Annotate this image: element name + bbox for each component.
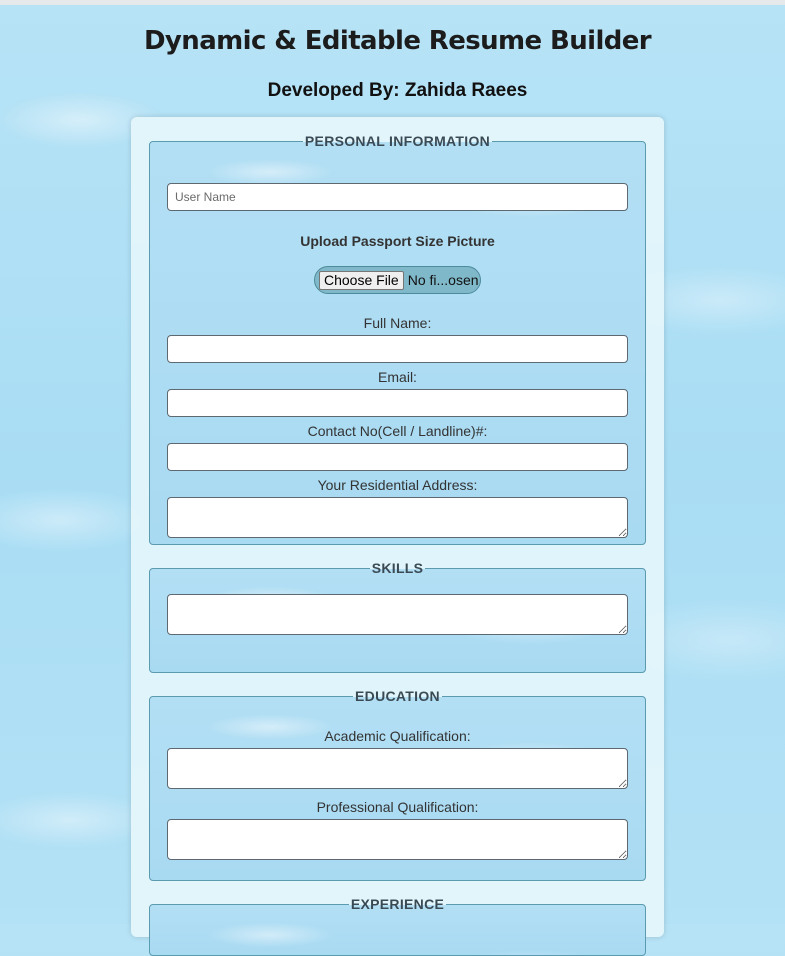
username-input[interactable] xyxy=(167,183,628,211)
file-status-text: No fi...osen xyxy=(407,272,479,288)
personal-information-legend: PERSONAL INFORMATION xyxy=(304,133,491,149)
full-name-input[interactable] xyxy=(167,335,628,363)
education-legend: EDUCATION xyxy=(355,688,440,704)
personal-information-section: PERSONAL INFORMATION Upload Passport Siz… xyxy=(149,133,646,545)
resume-form-container: PERSONAL INFORMATION Upload Passport Siz… xyxy=(131,117,664,956)
contact-label: Contact No(Cell / Landline)#: xyxy=(307,423,488,439)
academic-qualification-textarea[interactable] xyxy=(167,748,628,789)
page-subtitle: Developed By: Zahida Raees xyxy=(267,80,528,101)
address-textarea[interactable] xyxy=(167,497,628,538)
skills-section: SKILLS xyxy=(149,560,646,673)
page-title: Dynamic & Editable Resume Builder xyxy=(143,26,652,56)
education-section: EDUCATION Academic Qualification: Profes… xyxy=(149,688,646,881)
full-name-label: Full Name: xyxy=(363,315,432,331)
professional-qualification-label: Professional Qualification: xyxy=(316,799,479,815)
experience-legend: EXPERIENCE xyxy=(350,896,445,912)
picture-file-input[interactable]: Choose File No fi...osen xyxy=(314,266,481,294)
email-input[interactable] xyxy=(167,389,628,417)
academic-qualification-label: Academic Qualification: xyxy=(324,728,471,744)
skills-textarea[interactable] xyxy=(167,594,628,635)
skills-legend: SKILLS xyxy=(371,560,424,576)
professional-qualification-textarea[interactable] xyxy=(167,819,628,860)
upload-picture-label: Upload Passport Size Picture xyxy=(300,233,495,249)
experience-section: EXPERIENCE xyxy=(149,896,646,956)
browser-top-edge xyxy=(0,0,785,5)
choose-file-button[interactable]: Choose File xyxy=(319,270,404,290)
email-label: Email: xyxy=(378,369,417,385)
contact-input[interactable] xyxy=(167,443,628,471)
address-label: Your Residential Address: xyxy=(317,477,478,493)
